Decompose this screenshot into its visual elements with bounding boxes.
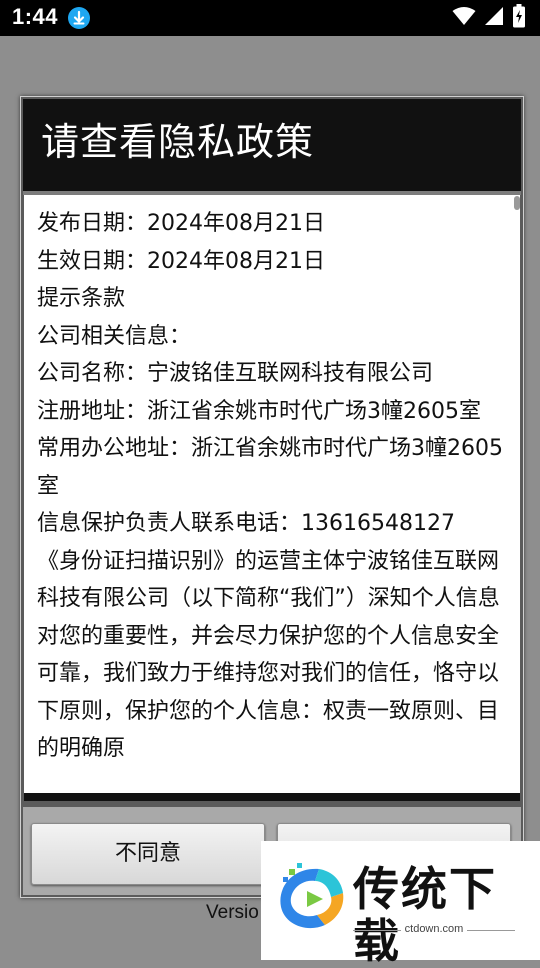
ctdown-logo-icon xyxy=(280,863,344,929)
download-icon xyxy=(68,7,90,29)
battery-icon xyxy=(512,4,526,32)
disagree-button[interactable]: 不同意 xyxy=(31,823,265,885)
dialog-header: 请查看隐私政策 xyxy=(23,99,521,191)
wifi-icon xyxy=(452,6,476,30)
signal-icon xyxy=(484,6,504,30)
policy-paragraph: 公司名称：宁波铭佳互联网科技有限公司 xyxy=(37,361,434,386)
policy-text: 发布日期：2024年08月21日 生效日期：2024年08月21日 提示条款 公… xyxy=(37,205,513,768)
version-label: Versio xyxy=(206,902,259,923)
policy-scroll-area[interactable]: 发布日期：2024年08月21日 生效日期：2024年08月21日 提示条款 公… xyxy=(24,195,520,793)
policy-paragraph: 提示条款 xyxy=(37,286,126,311)
dialog-title: 请查看隐私政策 xyxy=(41,120,315,164)
scrollbar-thumb[interactable] xyxy=(514,196,520,210)
policy-paragraph: 注册地址：浙江省余姚市时代广场3幢2605室 xyxy=(37,398,481,424)
status-time: 1:44 xyxy=(12,4,59,29)
policy-paragraph: 公司相关信息： xyxy=(37,323,192,349)
status-bar: 1:44 xyxy=(0,0,540,36)
watermark: 传统下载 ctdown.com xyxy=(261,841,540,967)
policy-paragraph: 发布日期：2024年08月21日 xyxy=(37,211,325,236)
policy-paragraph: 常用办公地址：浙江省余姚市时代广场3幢2605室 xyxy=(37,436,503,499)
policy-paragraph: 生效日期：2024年08月21日 xyxy=(37,248,325,274)
watermark-brand: 传统下载 xyxy=(353,862,497,968)
privacy-dialog: 请查看隐私政策 发布日期：2024年08月21日 生效日期：2024年08月21… xyxy=(20,96,524,898)
policy-paragraph: 《身份证扫描识别》的运营主体宁波铭佳互联网科技有限公司（以下简称“我们”）深知个… xyxy=(37,548,500,762)
watermark-url: ctdown.com xyxy=(353,923,515,935)
policy-paragraph: 信息保护负责人联系电话：13616548127 xyxy=(37,511,455,536)
watermark-url-text: ctdown.com xyxy=(400,923,468,935)
content-divider xyxy=(24,793,520,801)
